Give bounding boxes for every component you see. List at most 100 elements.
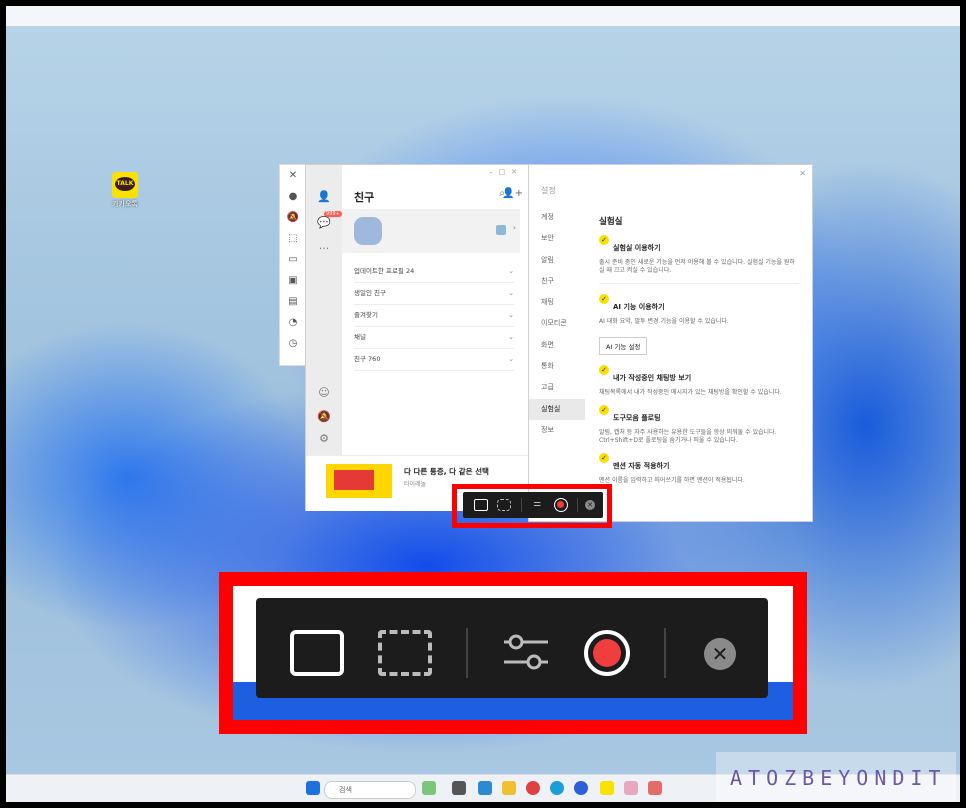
app-icon[interactable] bbox=[648, 781, 662, 795]
option-checkbox[interactable]: ✓ AI 기능 이용하기 bbox=[599, 294, 799, 313]
separator bbox=[466, 628, 468, 678]
category-item[interactable]: 보안 bbox=[529, 228, 585, 249]
category-item[interactable]: 통화 bbox=[529, 356, 585, 377]
option-description: 출시 준비 중인 새로운 기능을 먼저 이용해 볼 수 있습니다. 실험실 기능… bbox=[599, 259, 795, 274]
record-button-icon[interactable] bbox=[554, 498, 568, 512]
option-description: 채팅목록에서 내가 작성중인 메시지가 있는 채팅방을 확인할 수 있습니다. bbox=[599, 389, 782, 396]
window-capture-icon[interactable] bbox=[290, 630, 344, 676]
kakaotalk-desktop-label: 카카오톡 bbox=[112, 200, 138, 208]
option-checkbox[interactable]: ✓ 내가 작성중인 채팅방 보기 bbox=[599, 365, 799, 384]
chevron-down-icon: ⌄ bbox=[508, 311, 514, 319]
check-icon: ✓ bbox=[599, 453, 609, 463]
panel-title: 친구 bbox=[354, 191, 375, 204]
category-item[interactable]: 화면 bbox=[529, 335, 585, 356]
edge-icon[interactable] bbox=[550, 781, 564, 795]
chevron-down-icon: ⌄ bbox=[508, 355, 514, 363]
unread-badge: 999+ bbox=[324, 211, 342, 217]
option-description: AI 대화 요약, 말투 변경 기능을 이용할 수 있습니다. bbox=[599, 318, 729, 325]
close-icon[interactable]: ✕ bbox=[799, 169, 806, 178]
separator bbox=[664, 628, 666, 678]
check-icon: ✓ bbox=[599, 405, 609, 415]
check-icon: ✓ bbox=[599, 294, 609, 304]
close-icon[interactable]: ✕ bbox=[704, 638, 736, 670]
list-item[interactable]: 생일인 친구 ⌄ bbox=[354, 283, 514, 305]
separator bbox=[521, 498, 522, 512]
calendar-icon[interactable]: ▤ bbox=[280, 291, 306, 312]
friends-tab-icon[interactable]: 👤 bbox=[306, 183, 342, 209]
chevron-down-icon: ⌄ bbox=[508, 289, 514, 297]
close-icon[interactable]: ✕ bbox=[585, 500, 595, 510]
talk-badge: TALK bbox=[115, 177, 135, 191]
list-item[interactable]: 업데이트한 프로필 24 ⌄ bbox=[354, 261, 514, 283]
app-icon[interactable] bbox=[624, 781, 638, 795]
kakaotalk-desktop-icon[interactable]: TALK 카카오톡 bbox=[108, 172, 142, 209]
option-checkbox[interactable]: ✓ 멘션 자동 적용하기 bbox=[599, 453, 799, 472]
window-capture-icon[interactable] bbox=[474, 499, 488, 511]
top-edge bbox=[6, 6, 960, 26]
ad-image bbox=[326, 464, 392, 498]
category-item[interactable]: 친구 bbox=[529, 271, 585, 292]
kakao-main-window: 👤 💬 999+ ··· ☺ 🔕 ⚙ –□✕ 친구 ⌕ 👤+ › 업데이트한 프… bbox=[305, 164, 530, 511]
list-item[interactable]: 친구 760 ⌄ bbox=[354, 349, 514, 371]
category-item[interactable]: 알림 bbox=[529, 250, 585, 271]
list-item[interactable]: 채널 ⌄ bbox=[354, 327, 514, 349]
more-icon[interactable]: ··· bbox=[306, 235, 342, 261]
list-item[interactable]: 즐겨찾기 ⌄ bbox=[354, 305, 514, 327]
chevron-down-icon: ⌄ bbox=[508, 267, 514, 275]
zoom-icon[interactable] bbox=[574, 781, 588, 795]
category-item-selected[interactable]: 실험실 bbox=[529, 398, 585, 420]
profile-badge-icon bbox=[496, 225, 506, 235]
sliders-icon[interactable] bbox=[502, 632, 550, 672]
settings-body: 실험실 ✓ 실험실 이용하기 출시 준비 중인 새로운 기능을 먼저 이용해 볼 … bbox=[599, 215, 799, 493]
sliders-icon[interactable]: ⚌ bbox=[533, 499, 541, 509]
watermark: ATOZBEYONDIT bbox=[716, 752, 956, 802]
ad-subtitle: 타이레놀 bbox=[404, 481, 427, 488]
store-icon[interactable] bbox=[478, 781, 492, 795]
close-icon[interactable]: ✕ bbox=[280, 165, 306, 186]
capture-toolbar-zoomed: ✕ bbox=[256, 598, 768, 698]
start-icon[interactable] bbox=[306, 781, 320, 795]
timer-icon[interactable]: ◷ bbox=[280, 333, 306, 354]
explorer-icon[interactable] bbox=[502, 781, 516, 795]
category-item[interactable]: 계정 bbox=[529, 207, 585, 228]
task-view-icon[interactable] bbox=[452, 781, 466, 795]
area-capture-icon[interactable] bbox=[378, 630, 432, 676]
chats-tab-icon[interactable]: 💬 999+ bbox=[306, 209, 342, 235]
my-profile[interactable]: › bbox=[342, 209, 520, 253]
settings-gear-icon[interactable]: ⚙ bbox=[306, 425, 342, 451]
chevron-right-icon: › bbox=[512, 223, 516, 232]
kakao-floating-sidebar: ✕ ● 🔕 ⬚ ▭ ▣ ▤ ◔ ◷ bbox=[279, 164, 307, 366]
category-item[interactable]: 채팅 bbox=[529, 292, 585, 313]
separator bbox=[577, 498, 578, 512]
option-checkbox[interactable]: ✓ 실험실 이용하기 bbox=[599, 235, 799, 254]
capture-area-icon[interactable]: ⬚ bbox=[280, 228, 306, 249]
friends-panel: –□✕ 친구 ⌕ 👤+ › 업데이트한 프로필 24 ⌄ 생일인 친구 ⌄ 즐겨… bbox=[342, 165, 529, 455]
ad-title: 다 다른 통증, 다 같은 선택 bbox=[404, 467, 489, 476]
section-title: 실험실 bbox=[599, 217, 623, 227]
talk-icon[interactable]: ● bbox=[280, 186, 306, 207]
option-description: 알림, 캡처 등 자주 사용하는 유용한 도구들을 항상 띄워둘 수 있습니다.… bbox=[599, 429, 777, 444]
check-icon: ✓ bbox=[599, 235, 609, 245]
category-item[interactable]: 정보 bbox=[529, 420, 585, 441]
ai-settings-button[interactable]: AI 기능 설정 bbox=[599, 337, 648, 355]
search-input[interactable]: 검색 bbox=[324, 781, 416, 799]
category-item[interactable]: 이모티콘 bbox=[529, 313, 585, 334]
bell-off-icon[interactable]: 🔕 bbox=[280, 207, 306, 228]
add-friend-icon[interactable]: 👤+ bbox=[502, 188, 523, 199]
chevron-down-icon: ⌄ bbox=[508, 333, 514, 341]
settings-categories: 계정 보안 알림 친구 채팅 이모티콘 화면 통화 고급 실험실 정보 bbox=[529, 207, 585, 441]
area-capture-icon[interactable] bbox=[497, 499, 511, 511]
record-icon[interactable]: ▣ bbox=[280, 270, 306, 291]
emoji-icon[interactable]: ☺ bbox=[306, 379, 342, 405]
chrome-icon[interactable] bbox=[526, 781, 540, 795]
avatar bbox=[354, 217, 382, 245]
kakaotalk-taskbar-icon[interactable] bbox=[600, 781, 614, 795]
settings-window: 설정 ✕ 계정 보안 알림 친구 채팅 이모티콘 화면 통화 고급 실험실 정보… bbox=[528, 164, 813, 522]
widgets-icon[interactable] bbox=[422, 781, 436, 795]
option-checkbox[interactable]: ✓ 도구모음 플로팅 bbox=[599, 405, 799, 424]
category-item[interactable]: 고급 bbox=[529, 377, 585, 398]
window-controls[interactable]: –□✕ bbox=[489, 168, 523, 176]
capture-window-icon[interactable]: ▭ bbox=[280, 249, 306, 270]
chat-icon[interactable]: ◔ bbox=[280, 312, 306, 333]
record-button-icon[interactable] bbox=[584, 630, 630, 676]
